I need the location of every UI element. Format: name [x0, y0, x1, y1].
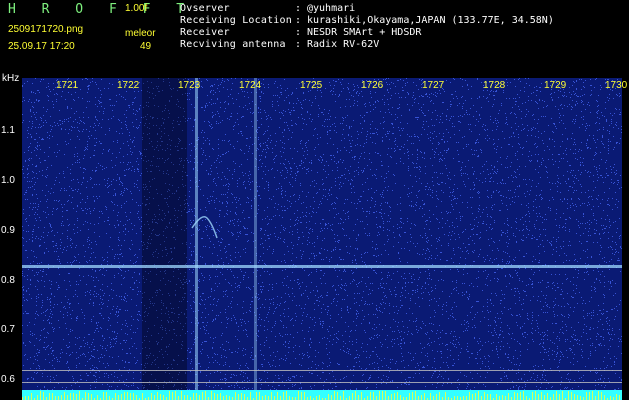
freq-label-1729: 1729: [544, 80, 567, 91]
header-panel: H R O F F T 1.00f 2509171720.png 25.09.1…: [0, 0, 629, 70]
freq-label-1727: 1727: [422, 80, 445, 91]
spectrogram: [22, 78, 622, 400]
observer-value: @yuhmari: [307, 3, 356, 14]
freq-label-1726: 1726: [361, 80, 384, 91]
antenna-separator: :: [295, 39, 302, 50]
file-name: 2509171720.png: [8, 24, 84, 35]
location-value: kurashiki,Okayama,JAPAN (133.77E, 34.58N…: [307, 15, 554, 26]
receiver-value: NESDR SMArt + HDSDR: [307, 27, 422, 38]
freq-label-1730: 1730: [605, 80, 628, 91]
antenna-label: Recviving antenna: [180, 39, 286, 50]
app-version: 1.00f: [125, 3, 148, 14]
freq-label-1722: 1722: [117, 80, 140, 91]
y-label-0.8: 0.8: [1, 275, 15, 286]
meteor-count: 49: [140, 41, 152, 52]
spectrogram-noise: [22, 78, 622, 400]
observer-separator: :: [295, 3, 302, 14]
observer-label: Ovserver: [180, 3, 230, 14]
y-label-0.9: 0.9: [1, 225, 15, 236]
freq-label-1723: 1723: [178, 80, 201, 91]
freq-unit-label: kHz: [2, 73, 20, 84]
app-logo: H R O F F T: [8, 2, 194, 17]
capture-datetime: 25.09.17 17:20: [8, 41, 75, 52]
freq-label-1725: 1725: [300, 80, 323, 91]
freq-label-1724: 1724: [239, 80, 262, 91]
freq-label-1728: 1728: [483, 80, 506, 91]
antenna-value: Radix RV-62V: [307, 39, 380, 50]
location-label: Receiving Location: [180, 15, 292, 26]
receiver-label: Receiver: [180, 27, 230, 38]
freq-label-1721: 1721: [56, 80, 79, 91]
location-separator: :: [295, 15, 302, 26]
y-label-1.0: 1.0: [1, 175, 15, 186]
y-label-1.1: 1.1: [1, 125, 15, 136]
y-label-0.7: 0.7: [1, 324, 15, 335]
y-label-0.6: 0.6: [1, 374, 15, 385]
meteor-label: meleor: [125, 28, 156, 39]
receiver-separator: :: [295, 27, 302, 38]
